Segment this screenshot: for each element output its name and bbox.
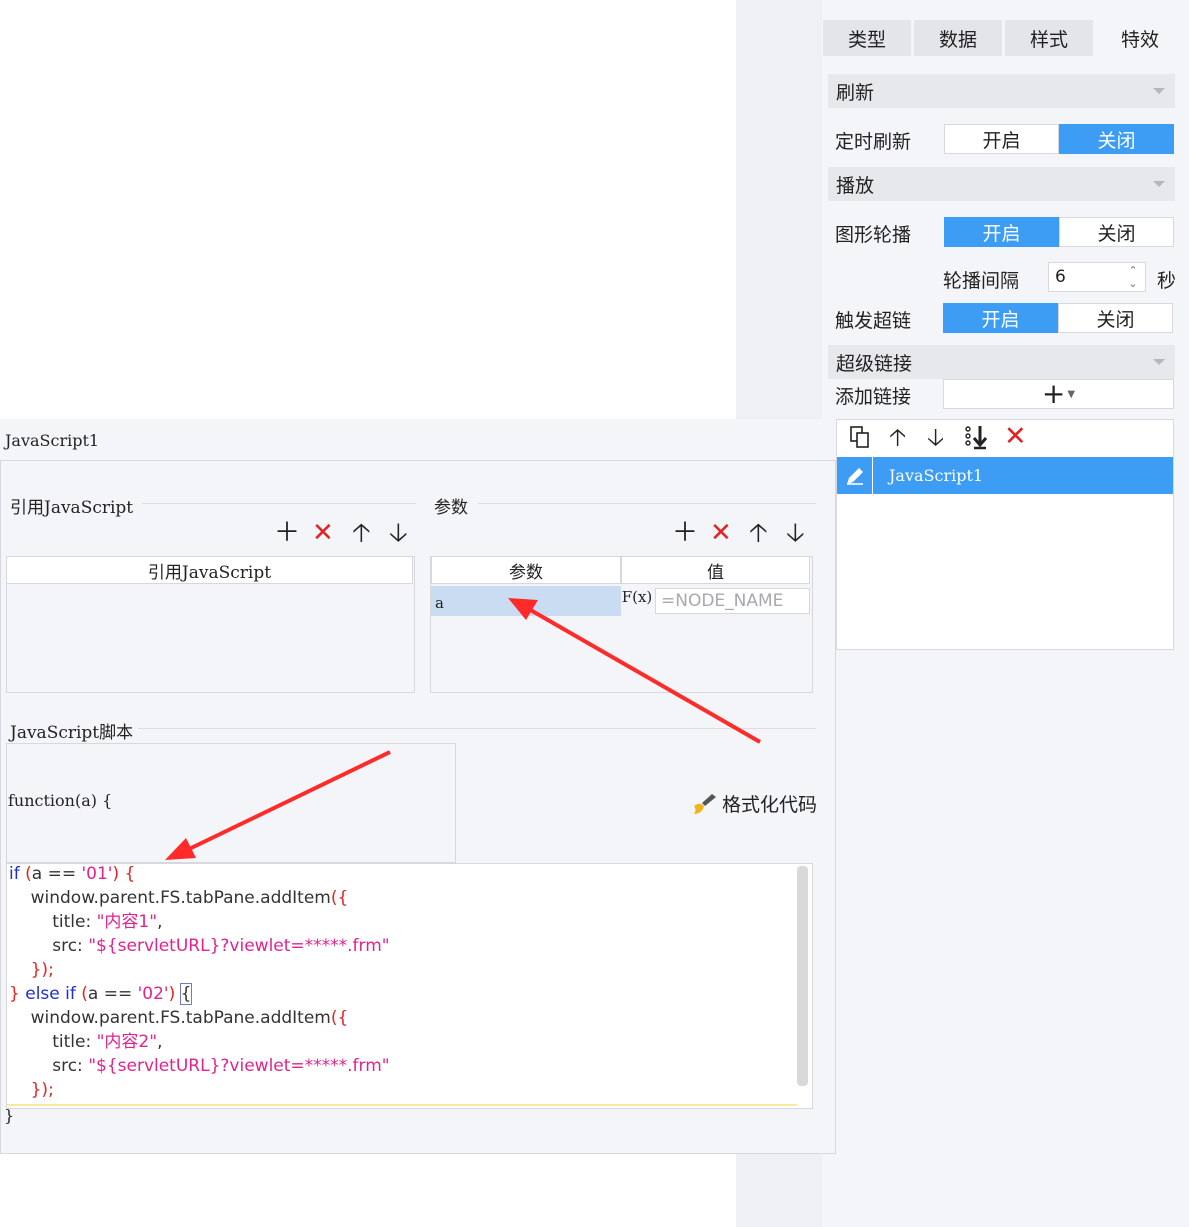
arrow-head — [165, 838, 196, 860]
arrow-head — [508, 598, 538, 620]
arrow-to-param — [526, 606, 761, 744]
arrow-to-code — [184, 750, 391, 853]
annotation-arrows — [165, 598, 761, 860]
